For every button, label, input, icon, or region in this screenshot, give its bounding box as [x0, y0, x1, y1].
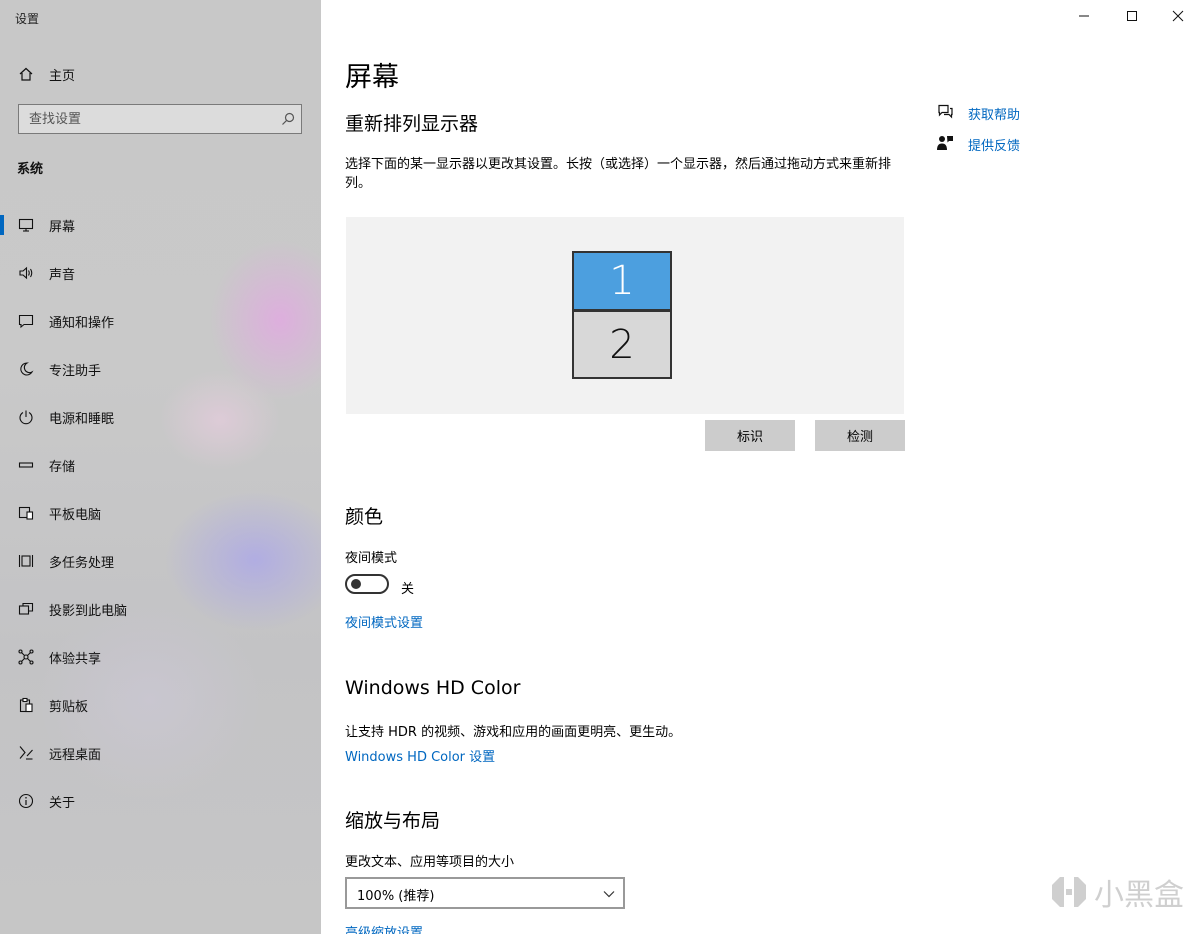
main-content: 屏幕 重新排列显示器 选择下面的某一显示器以更改其设置。长按（或选择）一个显示器…	[321, 0, 1202, 934]
night-mode-toggle-state: 关	[401, 582, 415, 597]
sidebar-item-label: 屏幕	[49, 219, 76, 235]
app-title: 设置	[15, 12, 40, 26]
sidebar-item-label: 存储	[49, 459, 76, 475]
night-mode-label: 夜间模式	[345, 551, 398, 566]
multitask-icon	[18, 553, 34, 569]
monitor-1[interactable]: 1	[572, 251, 672, 311]
watermark-logo-icon	[1052, 877, 1086, 907]
minimize-icon	[1079, 15, 1089, 17]
sidebar-item-remote-desktop[interactable]: 远程桌面	[0, 733, 321, 773]
give-feedback-link[interactable]: 提供反馈	[968, 135, 1020, 154]
sidebar-item-label: 关于	[49, 795, 76, 811]
remote-desktop-icon	[18, 745, 34, 761]
help-chat-icon	[938, 104, 953, 119]
sidebar-item-focus-assist[interactable]: 专注助手	[0, 349, 321, 389]
scale-label: 更改文本、应用等项目的大小	[345, 855, 515, 870]
maximize-icon	[1127, 11, 1137, 21]
scale-dropdown[interactable]: 100% (推荐)	[345, 877, 625, 909]
sidebar-item-shared-experiences[interactable]: 体验共享	[0, 637, 321, 677]
sidebar-item-clipboard[interactable]: 剪贴板	[0, 685, 321, 725]
monitor-icon	[18, 217, 34, 233]
scale-heading: 缩放与布局	[345, 810, 441, 832]
feedback-icon	[937, 136, 953, 150]
project-icon	[18, 601, 34, 617]
sidebar-section-title: 系统	[17, 162, 44, 177]
storage-icon	[18, 457, 34, 473]
sidebar-home-label: 主页	[49, 68, 76, 84]
sidebar-item-multitasking[interactable]: 多任务处理	[0, 541, 321, 581]
sidebar-item-label: 平板电脑	[49, 507, 102, 523]
sidebar-home[interactable]: 主页	[0, 60, 321, 88]
sidebar-item-project[interactable]: 投影到此电脑	[0, 589, 321, 629]
watermark-text: 小黑盒	[1094, 878, 1184, 913]
sidebar: 设置 主页 系统 屏幕 声音 通知和操作 专注助	[0, 0, 321, 934]
clipboard-icon	[18, 697, 34, 713]
moon-icon	[18, 361, 34, 377]
search-box[interactable]	[18, 104, 302, 134]
tablet-icon	[18, 505, 34, 521]
sidebar-item-label: 远程桌面	[49, 747, 102, 763]
sidebar-item-label: 剪贴板	[49, 699, 89, 715]
chevron-down-icon	[603, 891, 615, 898]
identify-button[interactable]: 标识	[705, 420, 795, 451]
rearrange-heading: 重新排列显示器	[345, 113, 479, 135]
sidebar-item-notifications[interactable]: 通知和操作	[0, 301, 321, 341]
hdr-description: 让支持 HDR 的视频、游戏和应用的画面更明亮、更生动。	[345, 725, 682, 740]
sidebar-item-about[interactable]: 关于	[0, 781, 321, 821]
rearrange-description: 选择下面的某一显示器以更改其设置。长按（或选择）一个显示器，然后通过拖动方式来重…	[345, 157, 892, 191]
hdr-heading: Windows HD Color	[345, 677, 521, 699]
scale-dropdown-value: 100% (推荐)	[357, 889, 435, 904]
search-icon[interactable]	[281, 112, 295, 126]
advanced-scaling-link[interactable]: 高级缩放设置	[345, 922, 423, 934]
sidebar-item-label: 通知和操作	[49, 315, 115, 331]
sidebar-item-display[interactable]: 屏幕	[0, 205, 321, 245]
color-heading: 颜色	[345, 506, 384, 528]
sidebar-item-label: 专注助手	[49, 363, 102, 379]
minimize-button[interactable]	[1061, 0, 1107, 32]
hdr-settings-link[interactable]: Windows HD Color 设置	[345, 746, 495, 765]
close-button[interactable]	[1155, 0, 1201, 32]
sidebar-item-sound[interactable]: 声音	[0, 253, 321, 293]
sidebar-item-tablet[interactable]: 平板电脑	[0, 493, 321, 533]
notification-icon	[18, 313, 34, 329]
detect-button[interactable]: 检测	[815, 420, 905, 451]
home-icon	[18, 66, 34, 82]
display-arrangement-area: 1 2	[346, 217, 904, 414]
watermark: 小黑盒	[1050, 870, 1184, 914]
get-help-link[interactable]: 获取帮助	[968, 104, 1020, 123]
sidebar-item-label: 投影到此电脑	[49, 603, 128, 619]
page-title: 屏幕	[345, 62, 399, 93]
search-input[interactable]	[19, 105, 279, 133]
share-icon	[18, 649, 34, 665]
sidebar-item-label: 体验共享	[49, 651, 102, 667]
sidebar-item-label: 电源和睡眠	[49, 411, 115, 427]
power-icon	[18, 409, 34, 425]
sidebar-item-power[interactable]: 电源和睡眠	[0, 397, 321, 437]
info-icon	[18, 793, 34, 809]
monitor-2[interactable]: 2	[572, 310, 672, 379]
toggle-knob	[351, 579, 361, 589]
maximize-button[interactable]	[1109, 0, 1155, 32]
sidebar-item-label: 声音	[49, 267, 76, 283]
night-mode-settings-link[interactable]: 夜间模式设置	[345, 612, 423, 631]
speaker-icon	[18, 265, 34, 281]
night-mode-toggle[interactable]	[345, 574, 389, 594]
sidebar-item-storage[interactable]: 存储	[0, 445, 321, 485]
sidebar-item-label: 多任务处理	[49, 555, 115, 571]
close-icon	[1172, 10, 1184, 22]
